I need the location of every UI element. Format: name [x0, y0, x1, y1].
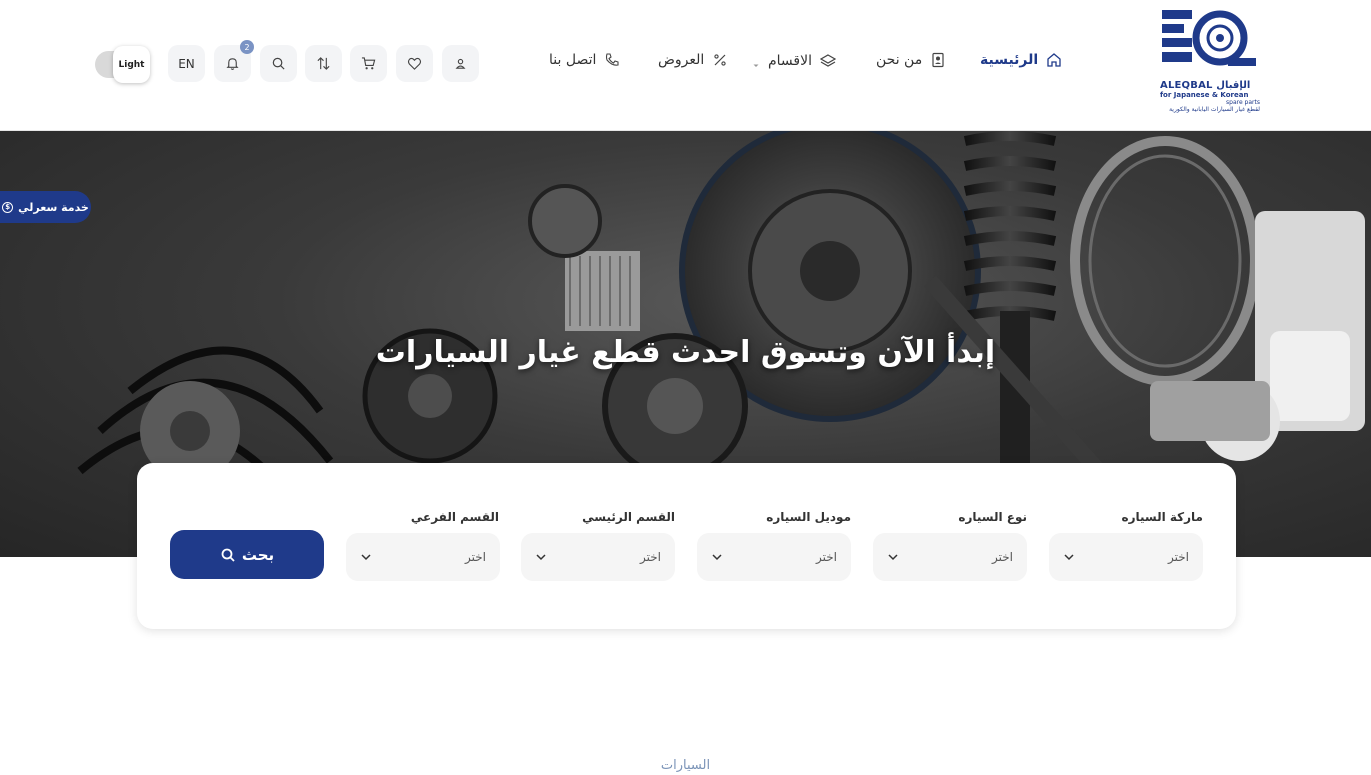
nav-home[interactable]: الرئيسية	[980, 52, 1062, 68]
home-icon	[1047, 53, 1061, 67]
car-type-select-value: اختر	[992, 550, 1013, 564]
field-label-car-model: موديل السياره	[766, 510, 851, 524]
nav-categories[interactable]: الاقسام	[752, 52, 836, 70]
search-icon	[221, 548, 235, 562]
heart-icon	[407, 57, 422, 70]
cars-section-title: السيارات	[660, 758, 711, 773]
nav-offers-label: العروض	[658, 52, 705, 68]
side-tab-label: خدمة سعرلي	[18, 200, 89, 214]
caret-down-icon	[753, 64, 759, 67]
field-label-main-category: القسم الرئيسي	[582, 510, 675, 524]
field-label-sub-category: القسم الفرعي	[410, 510, 499, 524]
brand-wordmark: ALEQBAL الإقبال for Japanese & Korean sp…	[1160, 80, 1260, 113]
nav-contact-label: اتصل بنا	[549, 52, 597, 68]
percent-icon	[714, 54, 726, 66]
search-submit-button[interactable]: بحث	[170, 530, 324, 579]
brand-name-en: ALEQBAL	[1160, 80, 1213, 91]
notifications-button[interactable]: 2	[214, 40, 254, 82]
chevron-down-icon	[361, 554, 371, 561]
phone-icon	[606, 53, 619, 66]
cart-button[interactable]	[350, 45, 387, 82]
id-card-icon	[932, 52, 944, 68]
car-model-select[interactable]: اختر	[697, 533, 851, 581]
car-brand-select[interactable]: اختر	[1049, 533, 1203, 581]
nav-home-label: الرئيسية	[980, 52, 1039, 68]
main-category-select-value: اختر	[640, 550, 661, 564]
currency-icon: $	[2, 201, 14, 213]
user-icon	[455, 58, 466, 69]
brand-name-ar: الإقبال	[1216, 80, 1251, 91]
language-switch-button[interactable]: EN	[168, 45, 205, 82]
chevron-down-icon	[888, 554, 898, 561]
sub-category-select-value: اختر	[465, 550, 486, 564]
chevron-down-icon	[536, 554, 546, 561]
brand-tagline-en2: spare parts	[1226, 99, 1260, 106]
compare-button[interactable]	[305, 45, 342, 82]
nav-categories-label: الاقسام	[768, 53, 812, 69]
site-header: ALEQBAL الإقبال for Japanese & Korean sp…	[0, 0, 1371, 131]
brand-tagline-en: for Japanese & Korean	[1160, 91, 1249, 99]
nav-contact[interactable]: اتصل بنا	[549, 52, 620, 68]
search-icon	[272, 57, 285, 70]
theme-toggle-knob[interactable]: Light	[113, 46, 150, 83]
hero-title: إبدأ الآن وتسوق احدث قطع غيار السيارات	[375, 335, 996, 370]
cart-icon	[361, 57, 376, 70]
price-service-tab[interactable]: خدمة سعرلي $	[0, 191, 91, 223]
car-type-select[interactable]: اختر	[873, 533, 1027, 581]
layers-icon	[820, 54, 836, 67]
sub-category-select[interactable]: اختر	[346, 533, 500, 581]
field-label-car-brand: ماركة السياره	[1121, 510, 1203, 524]
wishlist-button[interactable]	[396, 45, 433, 82]
account-button[interactable]	[442, 45, 479, 82]
notification-count-badge: 2	[240, 40, 254, 54]
car-brand-select-value: اختر	[1168, 550, 1189, 564]
brand-tagline-ar: لقطع غيار السيارات اليابانية والكورية	[1169, 106, 1260, 113]
car-model-select-value: اختر	[816, 550, 837, 564]
search-button-label: بحث	[241, 545, 275, 564]
search-button[interactable]	[260, 45, 297, 82]
main-category-select[interactable]: اختر	[521, 533, 675, 581]
chevron-down-icon	[1064, 554, 1074, 561]
nav-about-label: من نحن	[876, 52, 923, 68]
field-label-car-type: نوع السياره	[958, 510, 1027, 524]
nav-offers[interactable]: العروض	[658, 52, 728, 68]
nav-about[interactable]: من نحن	[876, 52, 946, 68]
sort-arrows-icon	[317, 57, 330, 70]
chevron-down-icon	[712, 554, 722, 561]
bell-icon	[226, 58, 239, 70]
